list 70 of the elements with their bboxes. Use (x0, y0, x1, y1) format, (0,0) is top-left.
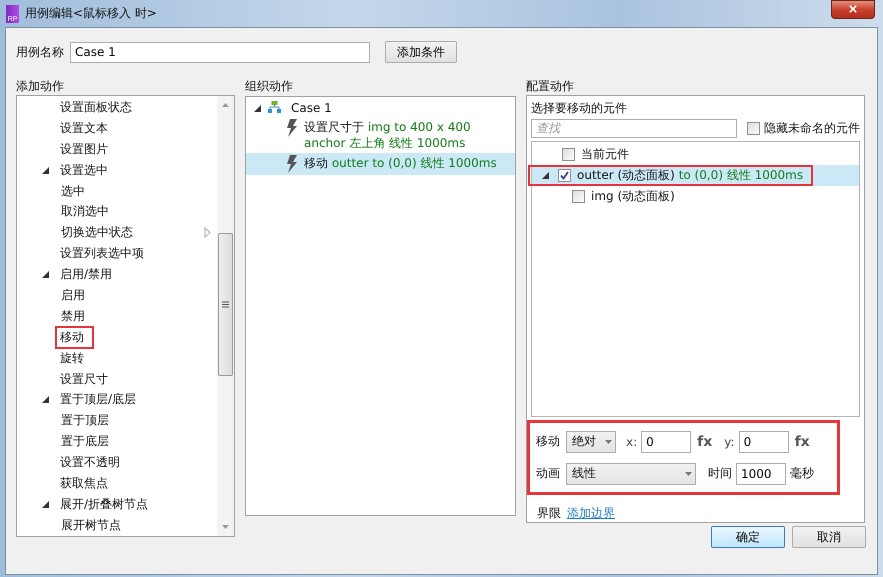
action-item[interactable]: 切换选中状态 (56, 221, 138, 244)
window-title: 用例编辑<鼠标移入 时> (25, 5, 157, 22)
action-item[interactable]: 展开树节点 (56, 514, 126, 537)
scroll-thumb[interactable] (218, 233, 233, 376)
y-field[interactable]: 0 (738, 430, 789, 452)
case-name-label: 用例名称 (16, 44, 64, 60)
action-item[interactable]: 旋转 (55, 346, 89, 370)
widget-row[interactable]: img (动态面板) (532, 186, 859, 207)
time-label: 时间 (708, 465, 732, 482)
action-item[interactable]: 启用/禁用 (55, 263, 118, 286)
action-item[interactable]: 取消选中 (56, 200, 114, 224)
search-field[interactable]: 查找 (531, 118, 737, 138)
checkbox[interactable] (558, 169, 571, 182)
dialog-button[interactable]: 确定 (711, 526, 785, 548)
action-item[interactable]: 启用 (56, 284, 90, 307)
action-text: 移动 outter to (0,0) 线性 1000ms (304, 155, 497, 171)
y-label: y: (724, 434, 735, 448)
action-item[interactable]: 设置尺寸 (55, 368, 113, 391)
action-row[interactable]: 移动 outter to (0,0) 线性 1000ms (246, 153, 515, 175)
case-label[interactable]: Case 1 (291, 101, 332, 115)
action-item[interactable]: 设置文本 (55, 116, 113, 140)
widget-label: outter (动态面板) to (0,0) 线性 1000ms (577, 167, 804, 184)
widget-picker-title: 选择要移动的元件 (531, 100, 628, 117)
action-item[interactable]: 设置图片 (55, 138, 113, 161)
close-button[interactable]: × (831, 0, 875, 19)
widget-row[interactable]: 当前元件 (532, 144, 859, 165)
action-item[interactable]: 置于顶层/底层 (55, 388, 142, 412)
caret-icon (605, 440, 612, 444)
expand-triangle-icon[interactable] (542, 172, 552, 179)
widget-label: 当前元件 (581, 146, 629, 163)
section-title: 配置动作 (526, 78, 575, 95)
scrollbar[interactable] (217, 96, 234, 536)
action-item[interactable]: 置于顶层 (56, 409, 114, 432)
hide-unnamed-checkbox[interactable]: 隐藏未命名的元件 (747, 120, 860, 136)
add-condition-button[interactable]: 添加条件 (385, 41, 457, 63)
section-title: 添加动作 (16, 78, 65, 95)
action-item[interactable]: 设置列表选中项 (55, 242, 149, 266)
checkbox[interactable] (562, 148, 575, 161)
action-item[interactable]: 设置不透明 (55, 451, 125, 474)
case-name-field[interactable]: Case 1 (70, 42, 370, 62)
checkbox[interactable] (747, 122, 760, 134)
lightning-bolt-icon (286, 119, 298, 137)
expand-triangle-icon[interactable] (254, 104, 264, 112)
animation-label: 动画 (536, 465, 560, 482)
action-item[interactable]: 选中 (56, 180, 90, 203)
move-type-dropdown[interactable]: 绝对 (566, 430, 616, 452)
add-bounds-link[interactable]: 添加边界 (567, 505, 615, 522)
lightning-bolt-icon (286, 155, 298, 173)
tree-structure-icon (268, 100, 281, 116)
checkbox[interactable] (572, 190, 585, 203)
animation-dropdown[interactable]: 线性 (566, 462, 696, 484)
time-field[interactable]: 1000 (736, 462, 786, 484)
action-item[interactable]: 禁用 (56, 304, 90, 328)
action-item[interactable]: 设置选中 (55, 158, 113, 182)
fx-button[interactable]: fx (792, 434, 812, 450)
action-item[interactable]: 设置面板状态 (55, 96, 137, 119)
action-item[interactable]: 获取焦点 (55, 472, 113, 495)
x-label: x: (626, 434, 638, 448)
move-label: 移动 (536, 433, 560, 450)
fx-button[interactable]: fx (695, 434, 714, 450)
bounds-label: 界限 (537, 505, 561, 522)
caret-icon (685, 472, 692, 476)
action-item[interactable]: 移动 (55, 326, 94, 349)
section-title: 组织动作 (245, 78, 294, 95)
x-field[interactable]: 0 (641, 430, 692, 452)
action-item[interactable]: 展开/折叠树节点 (55, 492, 154, 516)
action-item[interactable]: 置于底层 (56, 430, 114, 454)
widget-label: img (动态面板) (591, 188, 675, 205)
dialog-button[interactable]: 取消 (792, 526, 866, 548)
milliseconds-label: 毫秒 (790, 465, 814, 482)
